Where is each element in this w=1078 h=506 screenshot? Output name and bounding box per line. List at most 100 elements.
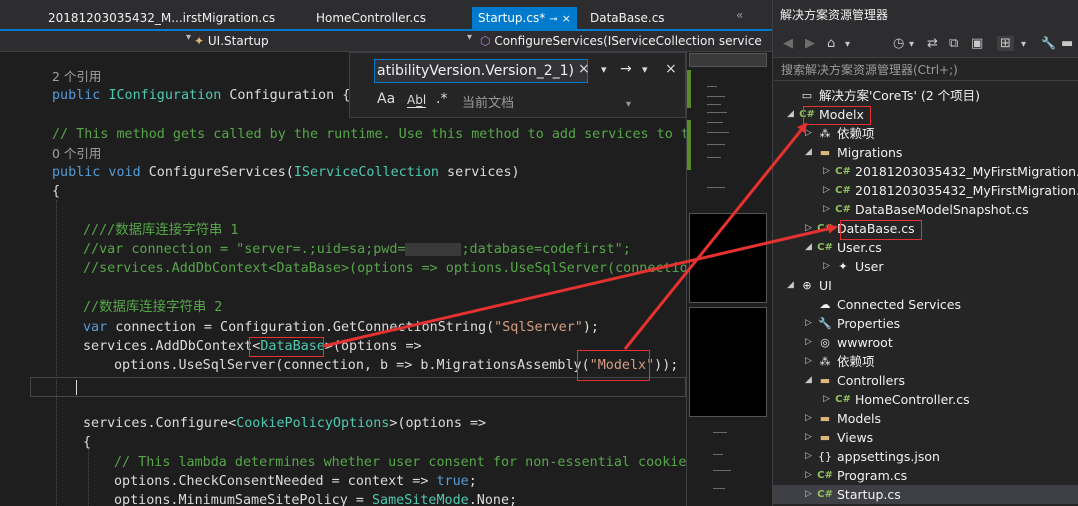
method-icon: ⬡	[480, 34, 491, 48]
expand-arrow-icon[interactable]: ▷	[805, 314, 812, 333]
member-scope-label: ConfigureServices(IServiceCollection ser…	[494, 34, 762, 48]
code-editor[interactable]: 2 个引用 public IConfiguration Configuratio…	[0, 52, 686, 506]
tree-item[interactable]: ◢ C# User.cs	[773, 238, 1078, 257]
chevron-down-icon[interactable]: ▾	[186, 32, 191, 43]
collapse-arrow-icon[interactable]: ◢	[805, 238, 812, 257]
expand-arrow-icon[interactable]: ▷	[805, 485, 812, 504]
tree-item[interactable]: ▭ 解决方案'CoreTs' (2 个项目)	[773, 86, 1078, 105]
pending-changes-filter-icon[interactable]: ⊞	[997, 36, 1014, 51]
tree-item[interactable]: ▷ ▬ Models	[773, 409, 1078, 428]
home-icon[interactable]: ⌂	[827, 36, 835, 51]
pin-icon[interactable]: ⊸	[549, 14, 557, 25]
regex-icon[interactable]: .*	[436, 91, 447, 107]
show-all-files-icon[interactable]: ▣	[971, 36, 983, 51]
expand-arrow-icon[interactable]: ▷	[823, 257, 830, 276]
minimap-scrollbar[interactable]	[686, 52, 772, 506]
expand-arrow-icon[interactable]: ▷	[805, 219, 812, 238]
class-icon: ✦	[838, 260, 848, 273]
forward-icon[interactable]: ▶	[805, 36, 815, 51]
code-line: {	[52, 184, 61, 199]
change-marker	[687, 70, 691, 108]
history-icon[interactable]: ◷	[893, 36, 904, 51]
cs-icon: C#	[817, 470, 833, 481]
chevron-down-icon[interactable]: ▾	[1021, 39, 1026, 50]
close-icon[interactable]: ×	[665, 61, 677, 77]
match-case-icon[interactable]: Aa	[377, 91, 395, 107]
expand-arrow-icon[interactable]: ▷	[823, 390, 830, 409]
expand-arrow-icon[interactable]: ▷	[805, 124, 812, 143]
chevron-down-icon[interactable]: ▾	[909, 39, 914, 50]
minimap-viewport[interactable]	[689, 53, 767, 67]
solution-explorer: 解决方案资源管理器 ◀ ▶ ⌂ ▾ ◷ ▾ ⇄ ⧉ ▣ ⊞ ▾ 🔧 ▬ 搜索解决…	[772, 0, 1078, 506]
tree-item[interactable]: ▷ C# HomeController.cs	[773, 390, 1078, 409]
find-scope-dropdown[interactable]: 当前文档 ▾	[462, 92, 631, 111]
class-scope-dropdown[interactable]: ✦ UI.Startup	[194, 33, 269, 50]
annotation-box-modelx-project	[803, 106, 871, 125]
back-icon[interactable]: ◀	[783, 36, 793, 51]
tree-item[interactable]: ▷ C# DataBaseModelSnapshot.cs	[773, 200, 1078, 219]
code-comment: //数据库连接字符串 2	[83, 300, 223, 315]
tree-item[interactable]: ▷ ◎ wwwroot	[773, 333, 1078, 352]
tree-item-label: 依赖项	[837, 126, 875, 141]
tree-item[interactable]: ▷ ⁂ 依赖项	[773, 124, 1078, 143]
expand-arrow-icon[interactable]: ▷	[823, 200, 830, 219]
expand-arrow-icon[interactable]: ▷	[823, 162, 830, 181]
chevron-down-icon[interactable]: ▾	[467, 32, 472, 43]
tree-item-label: HomeController.cs	[855, 392, 970, 407]
codelens-references[interactable]: 0 个引用	[52, 144, 101, 163]
tree-item[interactable]: ▷ C# 20181203035432_MyFirstMigration.cs	[773, 162, 1078, 181]
member-scope-dropdown[interactable]: ⬡ ConfigureServices(IServiceCollection s…	[480, 33, 762, 50]
find-widget: atibilityVersion.Version_2_1) × ▾ → ▾ × …	[349, 52, 686, 118]
tree-item[interactable]: ◢ ▬ Controllers	[773, 371, 1078, 390]
tree-item-label: 20181203035432_MyFirstMigration.cs	[855, 164, 1078, 179]
tab-database[interactable]: DataBase.cs	[590, 7, 665, 29]
collapse-arrow-icon[interactable]: ◢	[787, 105, 794, 124]
expand-arrow-icon[interactable]: ▷	[805, 447, 812, 466]
tree-item[interactable]: ▷ ⁂ 依赖项	[773, 352, 1078, 371]
find-input[interactable]: atibilityVersion.Version_2_1)	[374, 59, 588, 83]
tree-item-label: Startup.cs	[837, 487, 901, 502]
sync-icon[interactable]: ⇄	[927, 36, 938, 51]
properties-icon[interactable]: 🔧	[1041, 36, 1056, 50]
tab-homecontroller[interactable]: HomeController.cs	[316, 7, 426, 29]
tree-item[interactable]: ▷ ✦ User	[773, 257, 1078, 276]
tab-overflow-icon[interactable]: «	[736, 8, 743, 22]
expand-arrow-icon[interactable]: ▷	[823, 181, 830, 200]
chevron-down-icon[interactable]: ▾	[642, 63, 648, 76]
find-next-icon[interactable]: →	[620, 61, 632, 77]
chevron-down-icon[interactable]: ▾	[845, 39, 850, 50]
tree-item[interactable]: ▷ ▬ Views	[773, 428, 1078, 447]
tree-item[interactable]: ▷ C# 20181203035432_MyFirstMigration.De	[773, 181, 1078, 200]
clear-search-icon[interactable]: ×	[578, 61, 590, 77]
collapse-arrow-icon[interactable]: ◢	[787, 276, 794, 295]
minimap-highlight-block	[689, 213, 767, 303]
collapse-arrow-icon[interactable]: ◢	[805, 371, 812, 390]
expand-arrow-icon[interactable]: ▷	[805, 333, 812, 352]
close-icon[interactable]: ×	[562, 12, 571, 25]
tree-item[interactable]: ▷ C# Startup.cs	[773, 485, 1078, 504]
codelens-references[interactable]: 2 个引用	[52, 67, 101, 86]
tree-item[interactable]: ▷ 🔧 Properties	[773, 314, 1078, 333]
expand-arrow-icon[interactable]: ▷	[805, 428, 812, 447]
chevron-down-icon[interactable]: ▾	[601, 63, 607, 76]
editor-tab-strip: 20181203035432_M...irstMigration.cs Home…	[0, 0, 772, 31]
tree-item[interactable]: ▷ C# DataBase.cs	[773, 219, 1078, 238]
cs-icon: C#	[835, 185, 851, 196]
whole-word-icon[interactable]: Ab̲l	[407, 93, 427, 108]
tree-item[interactable]: ▷ C# Program.cs	[773, 466, 1078, 485]
tree-item[interactable]: ◢ ▬ Migrations	[773, 143, 1078, 162]
tab-migration[interactable]: 20181203035432_M...irstMigration.cs	[48, 7, 275, 29]
expand-arrow-icon[interactable]: ▷	[805, 466, 812, 485]
preview-icon[interactable]: ▬	[1061, 36, 1073, 51]
tree-item[interactable]: ▷ {} appsettings.json	[773, 447, 1078, 466]
solution-icon: ▭	[801, 89, 813, 102]
collapse-arrow-icon[interactable]: ◢	[805, 143, 812, 162]
solution-search-input[interactable]: 搜索解决方案资源管理器(Ctrl+;)	[774, 59, 1078, 81]
tab-startup[interactable]: Startup.cs* ⊸ ×	[472, 7, 577, 29]
tree-item[interactable]: ◢ ⊕ UI	[773, 276, 1078, 295]
tree-item[interactable]: ☁ Connected Services	[773, 295, 1078, 314]
tree-item-label: 解决方案'CoreTs' (2 个项目)	[819, 88, 981, 103]
collapse-all-icon[interactable]: ⧉	[949, 36, 958, 51]
expand-arrow-icon[interactable]: ▷	[805, 409, 812, 428]
expand-arrow-icon[interactable]: ▷	[805, 352, 812, 371]
